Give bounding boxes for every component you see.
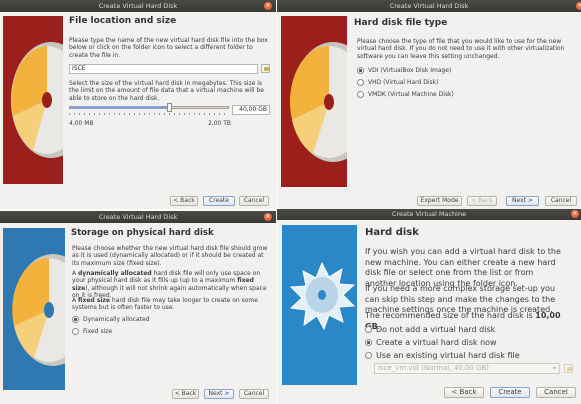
- file-location-input[interactable]: ISCE: [69, 64, 258, 74]
- option-existing-disk[interactable]: Use an existing virtual hard disk file: [365, 351, 520, 360]
- chevron-down-icon: ▾: [552, 365, 556, 372]
- dialog-titlebar[interactable]: Create Virtual Machine ×: [277, 209, 581, 220]
- close-icon[interactable]: ×: [264, 2, 272, 10]
- fixed-description: A fixed size hard disk file may take lon…: [72, 297, 272, 312]
- dialog-title: Create Virtual Hard Disk: [389, 2, 469, 10]
- option-label: Do not add a virtual hard disk: [376, 325, 496, 334]
- size-input[interactable]: 40,00 GB: [232, 105, 270, 115]
- next-button[interactable]: Next >: [506, 196, 539, 206]
- option-no-disk[interactable]: Do not add a virtual hard disk: [365, 325, 495, 334]
- page-heading: File location and size: [69, 16, 177, 26]
- radio[interactable]: [357, 91, 364, 98]
- dialog-titlebar[interactable]: Create Virtual Hard Disk ×: [0, 211, 276, 223]
- slider-ticks: [69, 113, 229, 115]
- create-button[interactable]: Create: [203, 196, 235, 206]
- wizard-image: [3, 228, 65, 390]
- text-bold: dynamically allocated: [78, 270, 152, 277]
- slider-fill: [69, 106, 170, 109]
- back-button[interactable]: < Back: [170, 196, 198, 206]
- radio-selected[interactable]: [357, 67, 364, 74]
- cancel-button[interactable]: Cancel: [239, 196, 269, 206]
- option-dynamic[interactable]: Dynamically allocated: [72, 316, 149, 323]
- disk-starburst-icon: [282, 225, 357, 385]
- close-icon[interactable]: ×: [571, 210, 579, 218]
- radio-selected[interactable]: [72, 316, 79, 323]
- back-button[interactable]: < Back: [467, 196, 497, 206]
- text-fragment: The recommended size of the hard disk is: [365, 311, 536, 320]
- option-label: VHD (Virtual Hard Disk): [368, 79, 439, 86]
- location-description: Please type the name of the new virtual …: [69, 37, 268, 59]
- dialog-title: Create Virtual Hard Disk: [98, 213, 178, 221]
- page-heading: Hard disk: [365, 227, 419, 238]
- option-vhd[interactable]: VHD (Virtual Hard Disk): [357, 79, 439, 86]
- size-description: Select the size of the virtual hard disk…: [69, 80, 264, 102]
- cancel-button[interactable]: Cancel: [239, 389, 269, 399]
- back-button[interactable]: < Back: [172, 389, 199, 399]
- option-create-disk[interactable]: Create a virtual hard disk now: [365, 338, 497, 347]
- size-max-label: 2,00 TB: [208, 120, 232, 127]
- page-heading: Storage on physical hard disk: [71, 228, 214, 238]
- existing-disk-combo[interactable]: isce_vm.vdi (Normal, 40,00 GB) ▾: [374, 363, 560, 374]
- slider-handle[interactable]: [167, 103, 173, 112]
- create-button[interactable]: Create: [490, 387, 530, 398]
- next-button[interactable]: Next >: [204, 389, 234, 399]
- storage-description: Please choose whether the new virtual ha…: [72, 245, 268, 267]
- option-label: Create a virtual hard disk now: [376, 338, 497, 347]
- option-label: VDI (VirtualBox Disk Image): [368, 67, 452, 74]
- page-heading: Hard disk file type: [354, 18, 448, 28]
- size-min-label: 4,00 MB: [69, 120, 94, 127]
- dialog-title: Create Virtual Hard Disk: [98, 2, 178, 10]
- cancel-button[interactable]: Cancel: [536, 387, 576, 398]
- option-label: Use an existing virtual hard disk file: [376, 351, 520, 360]
- radio[interactable]: [365, 326, 372, 333]
- option-label: VMDK (Virtual Machine Disk): [368, 91, 454, 98]
- back-button[interactable]: < Back: [444, 387, 484, 398]
- option-label: Fixed size: [83, 328, 113, 335]
- option-fixed[interactable]: Fixed size: [72, 328, 112, 335]
- expert-mode-button[interactable]: Expert Mode: [417, 196, 462, 206]
- radio[interactable]: [365, 352, 372, 359]
- size-slider[interactable]: [69, 103, 229, 115]
- folder-icon[interactable]: [564, 364, 573, 373]
- radio[interactable]: [357, 79, 364, 86]
- dialog-title: Create Virtual Machine: [391, 210, 467, 218]
- dialog-file-type: Create Virtual Hard Disk × Hard disk fil…: [277, 0, 581, 209]
- combo-value: isce_vm.vdi (Normal, 40,00 GB): [378, 364, 489, 372]
- wizard-image: [3, 16, 63, 184]
- folder-icon[interactable]: [261, 64, 270, 73]
- radio-selected[interactable]: [365, 339, 372, 346]
- close-icon[interactable]: ×: [264, 213, 272, 221]
- close-icon[interactable]: ×: [576, 2, 581, 10]
- dynamic-description: A dynamically allocated hard disk file w…: [72, 270, 272, 300]
- wizard-image: [282, 225, 357, 385]
- dialog-titlebar[interactable]: Create Virtual Hard Disk ×: [277, 0, 581, 12]
- option-label: Dynamically allocated: [83, 316, 150, 323]
- file-type-description: Please choose the type of file that you …: [357, 38, 565, 60]
- disk-illustration-icon: [3, 228, 65, 390]
- text-bold: fixed size: [78, 297, 110, 304]
- radio[interactable]: [72, 328, 79, 335]
- option-vdi[interactable]: VDI (VirtualBox Disk Image): [357, 67, 451, 74]
- dialog-titlebar[interactable]: Create Virtual Hard Disk ×: [0, 0, 276, 12]
- option-vmdk[interactable]: VMDK (Virtual Machine Disk): [357, 91, 454, 98]
- hard-disk-description: If you wish you can add a virtual hard d…: [365, 247, 561, 288]
- disk-illustration-icon: [281, 16, 347, 187]
- wizard-image: [281, 16, 347, 187]
- dialog-storage: Create Virtual Hard Disk × Storage on ph…: [0, 211, 276, 404]
- dialog-create-vm-hard-disk: Create Virtual Machine × Hard disk If yo…: [277, 209, 581, 404]
- cancel-button[interactable]: Cancel: [545, 196, 577, 206]
- dialog-file-location: Create Virtual Hard Disk × File location…: [0, 0, 276, 209]
- disk-illustration-icon: [3, 16, 63, 184]
